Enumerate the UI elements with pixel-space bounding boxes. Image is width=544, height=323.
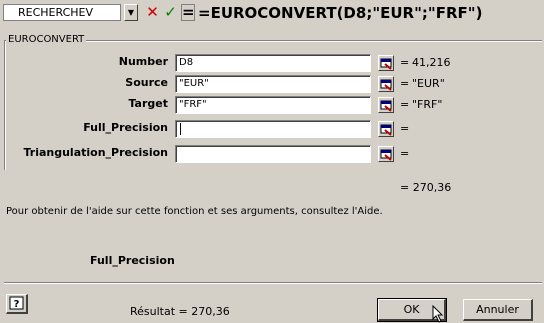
result-label: Résultat = 270,36 xyxy=(130,305,230,318)
help-icon: ? xyxy=(9,296,24,310)
enter-formula-button[interactable]: ✓ xyxy=(163,4,178,21)
cancel-formula-button[interactable]: ✕ xyxy=(145,4,160,21)
help-button[interactable]: ? xyxy=(6,294,28,314)
collapse-dialog-button-source[interactable] xyxy=(378,76,394,92)
source-field[interactable]: "EUR" xyxy=(175,75,371,93)
help-description: Pour obtenir de l'aide sur cette fonctio… xyxy=(6,206,383,217)
arg-label-full-precision: Full_Precision xyxy=(83,121,168,134)
arg-label-target: Target xyxy=(128,97,168,110)
cancel-button[interactable]: Annuler xyxy=(463,299,533,321)
name-box-dropdown-button[interactable]: ▼ xyxy=(124,4,138,21)
collapse-dialog-button-number[interactable] xyxy=(378,55,394,71)
close-icon: ✕ xyxy=(146,3,159,21)
name-box[interactable]: RECHERCHEV xyxy=(3,4,121,21)
equals-icon: = xyxy=(182,3,195,21)
ok-button-label: OK xyxy=(403,303,420,316)
check-icon: ✓ xyxy=(164,3,177,21)
range-select-icon xyxy=(380,100,392,112)
mouse-cursor-icon xyxy=(432,305,444,323)
arg-equals: = xyxy=(400,98,410,111)
arg-result-number: 41,216 xyxy=(412,56,451,69)
divider xyxy=(4,282,542,284)
collapse-dialog-button-full-precision[interactable] xyxy=(378,121,394,137)
arg-equals: = xyxy=(400,147,410,160)
arg-result-source: "EUR" xyxy=(412,77,445,90)
arg-result-target: "FRF" xyxy=(412,98,443,111)
number-field[interactable]: D8 xyxy=(175,54,371,72)
chevron-down-icon: ▼ xyxy=(127,8,135,17)
target-field[interactable]: "FRF" xyxy=(175,96,371,114)
arg-equals: = xyxy=(400,122,410,135)
svg-text:?: ? xyxy=(14,299,20,310)
range-select-icon xyxy=(380,124,392,136)
range-select-icon xyxy=(380,149,392,161)
formula-result: = 270,36 xyxy=(400,181,452,194)
full-precision-field[interactable] xyxy=(175,120,371,138)
range-select-icon xyxy=(380,58,392,70)
triangulation-precision-field[interactable] xyxy=(175,145,371,163)
cancel-button-label: Annuler xyxy=(476,303,519,316)
group-label: EUROCONVERT xyxy=(6,34,87,46)
arg-label-number: Number xyxy=(118,55,168,68)
collapse-dialog-button-triangulation-precision[interactable] xyxy=(378,146,394,162)
arg-label-triangulation-precision: Triangulation_Precision xyxy=(23,146,168,159)
current-argument-name: Full_Precision xyxy=(90,254,175,267)
arg-equals: = xyxy=(400,77,410,90)
text-caret xyxy=(180,123,181,135)
formula-input[interactable]: =EUROCONVERT(D8;"EUR";"FRF") xyxy=(198,4,542,22)
range-select-icon xyxy=(380,79,392,91)
arg-equals: = xyxy=(400,56,410,69)
arg-label-source: Source xyxy=(125,76,168,89)
collapse-dialog-button-target[interactable] xyxy=(378,97,394,113)
insert-function-button[interactable]: = xyxy=(181,4,195,21)
